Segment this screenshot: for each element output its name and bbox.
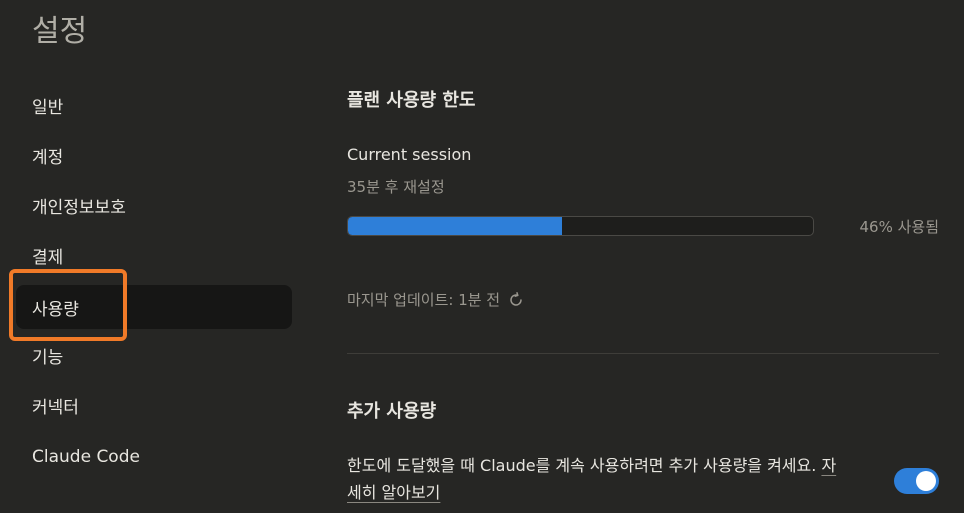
sidebar-item-account[interactable]: 계정	[16, 133, 292, 177]
toggle-knob	[916, 471, 936, 491]
sidebar-item-label: 기능	[32, 347, 64, 368]
extra-usage-title: 추가 사용량	[347, 401, 437, 422]
extra-usage-description: 한도에 도달했을 때 Claude를 계속 사용하려면 추가 사용량을 켜세요.…	[347, 452, 847, 506]
refresh-icon[interactable]	[508, 291, 524, 308]
last-update-text: 마지막 업데이트: 1분 전	[347, 291, 501, 309]
sidebar-item-general[interactable]: 일반	[16, 83, 292, 127]
usage-progress-fill	[348, 217, 562, 235]
sidebar-item-label: 일반	[32, 97, 64, 118]
sidebar-item-features[interactable]: 기능	[16, 333, 292, 377]
sidebar-item-label: Claude Code	[32, 447, 140, 467]
reset-time-text: 35분 후 재설정	[347, 178, 445, 196]
usage-percent-text: 46% 사용됨	[859, 218, 939, 236]
extra-usage-toggle[interactable]	[894, 468, 939, 494]
extra-usage-description-text: 한도에 도달했을 때 Claude를 계속 사용하려면 추가 사용량을 켜세요.	[347, 456, 817, 475]
sidebar-item-label: 계정	[32, 147, 64, 168]
sidebar-item-label: 커넥터	[32, 397, 79, 418]
usage-progress-bar	[347, 216, 814, 236]
sidebar-item-privacy[interactable]: 개인정보보호	[16, 183, 292, 227]
sidebar-item-label: 개인정보보호	[32, 197, 126, 218]
page-title: 설정	[32, 14, 88, 49]
session-label: Current session	[347, 145, 472, 164]
sidebar-item-label: 사용량	[32, 299, 79, 320]
section-divider	[347, 353, 939, 354]
last-update-row: 마지막 업데이트: 1분 전	[347, 289, 524, 310]
sidebar-item-usage[interactable]: 사용량	[16, 285, 292, 329]
sidebar-item-label: 결제	[32, 247, 64, 268]
sidebar-item-connectors[interactable]: 커넥터	[16, 383, 292, 427]
sidebar-item-billing[interactable]: 결제	[16, 233, 292, 277]
sidebar-item-claude-code[interactable]: Claude Code	[16, 435, 292, 479]
usage-section-title: 플랜 사용량 한도	[347, 90, 476, 111]
